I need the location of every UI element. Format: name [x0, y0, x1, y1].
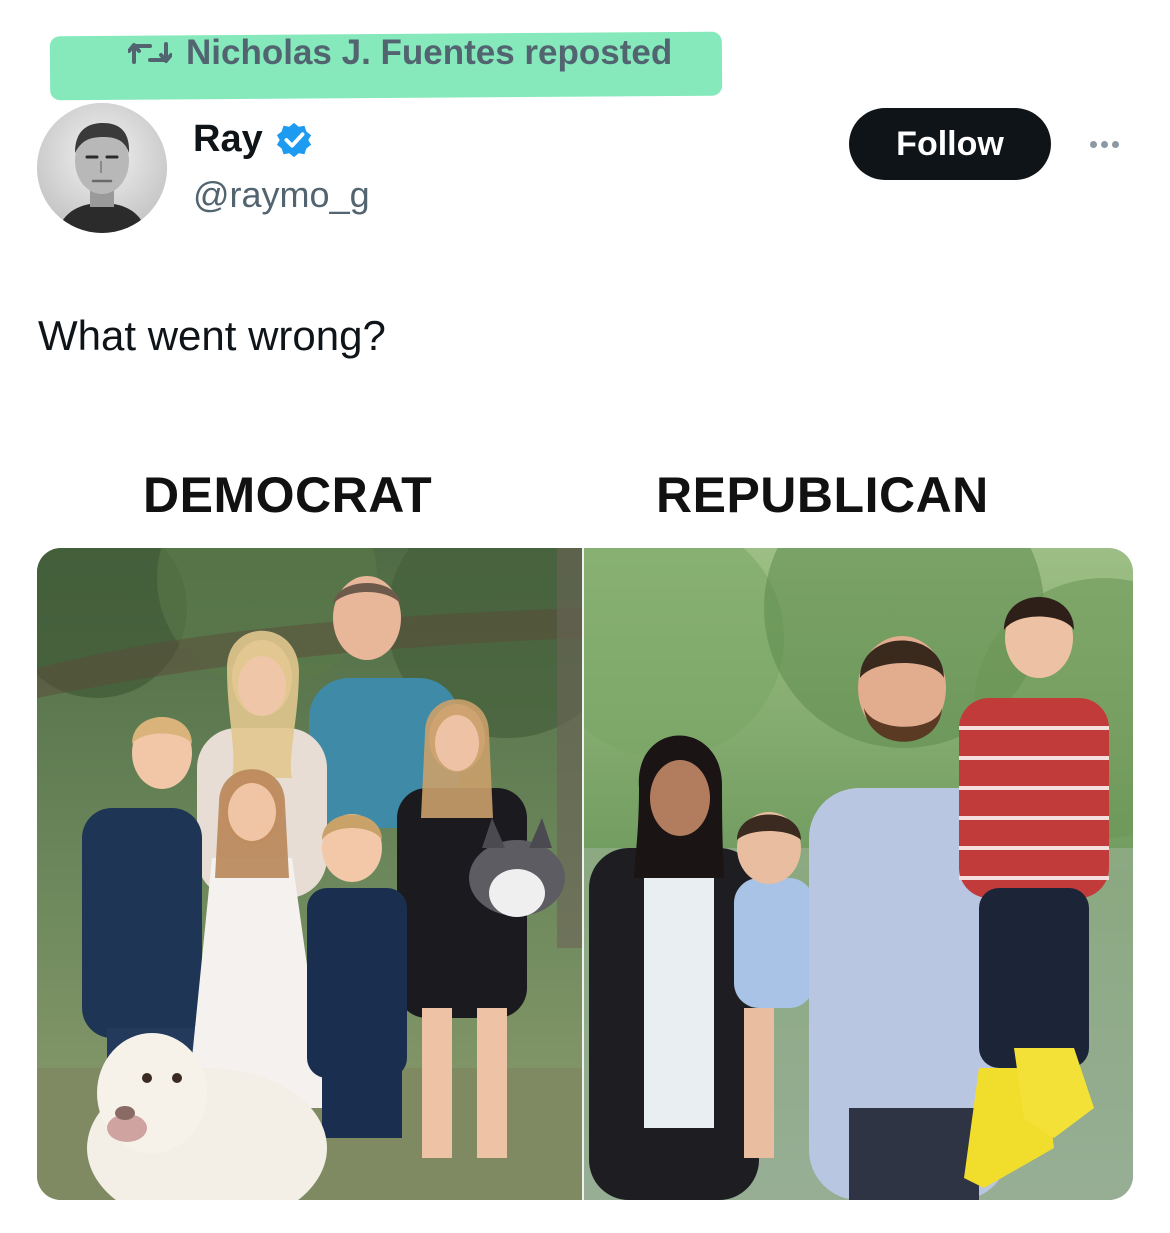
- repost-icon: [128, 42, 172, 64]
- tweet-text: What went wrong?: [38, 312, 386, 359]
- more-dot: [1089, 140, 1097, 148]
- democrat-label: DEMOCRAT: [143, 467, 433, 523]
- verified-badge-icon: [276, 122, 311, 157]
- repost-line[interactable]: Nicholas J. Fuentes reposted: [128, 30, 672, 76]
- family-photo-republican: [584, 548, 1133, 1200]
- more-icon[interactable]: [1076, 126, 1132, 162]
- portrait-avatar-icon: [37, 103, 167, 233]
- author-handle[interactable]: @raymo_g: [193, 174, 370, 216]
- more-dot: [1100, 140, 1108, 148]
- tweet-media[interactable]: [37, 548, 1133, 1200]
- more-dot: [1111, 140, 1119, 148]
- avatar[interactable]: [37, 103, 167, 233]
- repost-text: Nicholas J. Fuentes reposted: [186, 33, 673, 72]
- republican-label: REPUBLICAN: [656, 467, 989, 523]
- author-name[interactable]: Ray: [193, 118, 263, 161]
- follow-button[interactable]: Follow: [849, 108, 1051, 180]
- family-photo-democrat: [37, 548, 582, 1200]
- author-name-row[interactable]: Ray: [193, 118, 313, 161]
